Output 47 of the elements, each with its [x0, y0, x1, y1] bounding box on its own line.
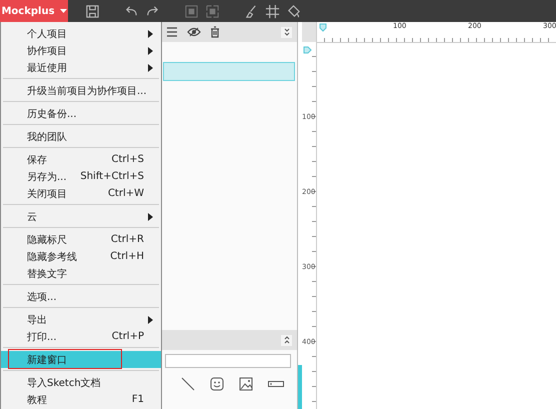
menu-item[interactable]: 隐藏标尺 Ctrl+R — [1, 231, 161, 248]
ruler-marker-icon[interactable] — [319, 23, 327, 32]
menu-item[interactable]: 升级当前项目为协作项目... — [1, 82, 161, 99]
ruler-marker-icon[interactable] — [303, 46, 312, 54]
submenu-arrow-icon — [148, 316, 153, 324]
menu-item[interactable]: 历史备份... — [1, 105, 161, 122]
menu-item[interactable]: 协作项目 — [1, 42, 161, 59]
eye-icon[interactable] — [187, 27, 201, 37]
menu-item[interactable]: 我的团队 — [1, 128, 161, 145]
menu-item[interactable]: 导入Sketch文档 — [1, 374, 161, 391]
ruler-corner — [302, 22, 316, 42]
ungroup-icon[interactable] — [205, 4, 220, 18]
submenu-arrow-icon — [148, 46, 153, 54]
app-menu-button[interactable]: Mockplus — [0, 0, 68, 22]
submenu-arrow-icon — [148, 30, 153, 38]
menu-item[interactable]: 另存为... Shift+Ctrl+S — [1, 168, 161, 185]
smiley-icon[interactable] — [210, 377, 224, 391]
search-field[interactable] — [165, 354, 291, 368]
menu-item[interactable]: 替换文字 — [1, 265, 161, 282]
menu-item[interactable]: 教程 F1 — [1, 391, 161, 408]
menu-item[interactable]: 云 — [1, 208, 161, 225]
menu-item[interactable]: 关闭项目 Ctrl+W — [1, 185, 161, 202]
menu-item[interactable]: 导出 — [1, 311, 161, 328]
expand-button[interactable] — [281, 334, 292, 346]
menu-item[interactable]: 最近使用 — [1, 59, 161, 76]
menu-item[interactable]: 新建窗口 — [1, 351, 161, 368]
submenu-arrow-icon — [148, 64, 153, 72]
caret-icon — [60, 9, 67, 13]
submenu-arrow-icon — [148, 212, 153, 220]
menu-item[interactable]: 打印... Ctrl+P — [1, 328, 161, 345]
menu-item[interactable]: 隐藏参考线 Ctrl+H — [1, 248, 161, 265]
image-icon[interactable] — [238, 377, 252, 391]
line-icon[interactable] — [180, 377, 194, 391]
text-input-icon[interactable] — [268, 380, 284, 388]
undo-icon[interactable] — [124, 4, 139, 18]
trash-icon[interactable] — [210, 26, 220, 38]
collapse-button[interactable] — [281, 26, 292, 38]
grid-icon[interactable] — [265, 4, 280, 18]
menu-item[interactable]: 个人项目 — [1, 25, 161, 42]
scrollbar[interactable] — [298, 365, 302, 409]
list-icon[interactable] — [166, 26, 178, 38]
save-icon[interactable] — [85, 4, 100, 18]
menu-item[interactable]: 选项... — [1, 288, 161, 305]
redo-icon[interactable] — [145, 4, 160, 18]
menu-item[interactable]: 保存 Ctrl+S — [1, 151, 161, 168]
group-icon[interactable] — [184, 4, 199, 18]
paint-bucket-icon[interactable] — [286, 4, 301, 18]
